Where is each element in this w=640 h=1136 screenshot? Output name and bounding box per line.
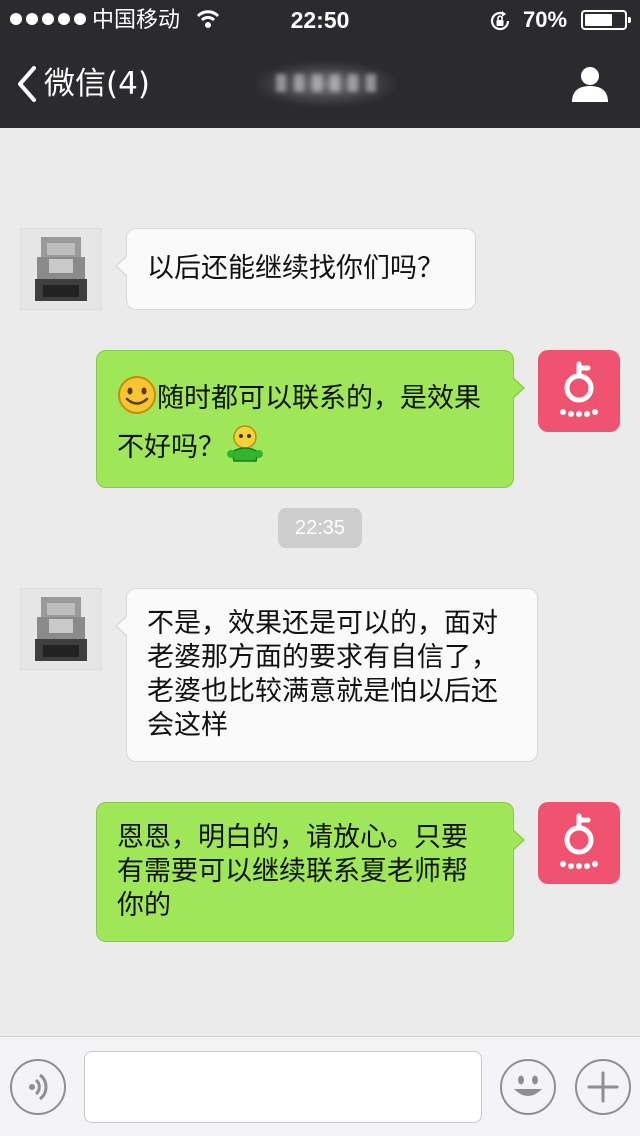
profile-button[interactable] [568, 62, 612, 106]
battery-percentage: 70% [523, 7, 568, 32]
emoji-button[interactable] [500, 1059, 556, 1115]
green-figure-emoji-icon [225, 424, 265, 473]
agent-avatar[interactable] [538, 802, 620, 884]
contact-name-blurred [256, 62, 396, 106]
agent-avatar[interactable] [538, 350, 620, 432]
message-text: 不是，效果还是可以的，面对老婆那方面的要求有自信了，老婆也比较满意就是怕以后还会… [147, 608, 498, 741]
navigation-bar: 微信(4) [0, 40, 640, 128]
chat-area[interactable]: 以后还能继续找你们吗？ 随时都可以联系的，是效果不好吗？ 22:35 不是，效果… [0, 128, 640, 1036]
message-text: 随时都可以联系的，是效果不好吗？ [117, 383, 481, 463]
agent-logo-icon [560, 361, 598, 417]
message-bubble-incoming[interactable]: 以后还能继续找你们吗？ [115, 228, 476, 310]
emoji-face-icon [514, 1075, 542, 1096]
contact-avatar[interactable] [20, 588, 102, 670]
profile-icon [572, 67, 608, 102]
message-bubble-outgoing[interactable]: 随时都可以联系的，是效果不好吗？ [96, 350, 525, 488]
back-label: 微信(4) [44, 66, 150, 102]
agent-logo-icon [560, 813, 598, 869]
voice-button[interactable] [10, 1059, 66, 1115]
battery-fill [585, 14, 612, 26]
message-bubble-outgoing[interactable]: 恩恩，明白的，请放心。只要有需要可以继续联系夏老师帮你的 [96, 802, 525, 942]
pixelated-avatar-image [21, 589, 101, 669]
timestamp-pill: 22:35 [278, 508, 362, 548]
battery-nub [628, 17, 631, 23]
input-bar [0, 1036, 640, 1136]
signal-dots-icon [10, 13, 86, 25]
message-bubble-incoming[interactable]: 不是，效果还是可以的，面对老婆那方面的要求有自信了，老婆也比较满意就是怕以后还会… [115, 588, 538, 762]
message-input[interactable] [84, 1051, 482, 1123]
message-text: 恩恩，明白的，请放心。只要有需要可以继续联系夏老师帮你的 [117, 822, 468, 921]
rotation-lock-icon [488, 9, 512, 38]
plus-icon [587, 1071, 619, 1103]
back-button[interactable]: 微信(4) [16, 62, 150, 106]
smile-emoji-icon [117, 375, 157, 424]
pixelated-avatar-image [21, 229, 101, 309]
contact-avatar[interactable] [20, 228, 102, 310]
voice-icon [29, 1073, 48, 1101]
status-bar: 中国移动 22:50 70% [0, 0, 640, 40]
wifi-icon [196, 8, 220, 35]
battery-icon [581, 10, 631, 30]
message-text: 以后还能继续找你们吗？ [147, 253, 444, 284]
more-button[interactable] [575, 1059, 631, 1115]
chevron-left-icon [18, 66, 36, 102]
carrier-name: 中国移动 [92, 7, 181, 32]
